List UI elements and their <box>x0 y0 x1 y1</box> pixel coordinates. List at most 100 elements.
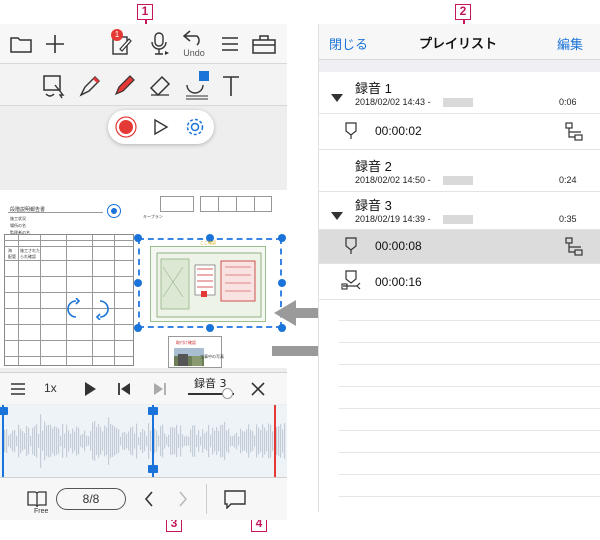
close-button[interactable]: 閉じる <box>329 34 368 53</box>
resize-handle-tr[interactable] <box>278 234 286 242</box>
lasso-select-icon[interactable] <box>40 72 68 100</box>
resize-handle-bl[interactable] <box>134 324 142 332</box>
document-page: 段階説明報告書 施工状況 場所の名 監理者の名 キープラン 海 施工された 配管… <box>0 190 287 368</box>
recording-controls-popover <box>108 110 214 144</box>
playlist-header: 閉じる プレイリスト 編集 <box>319 24 600 60</box>
waveform-bar <box>28 427 30 455</box>
volume-slider-thumb[interactable] <box>222 388 233 399</box>
comment-icon[interactable] <box>222 488 248 510</box>
bookmark-row[interactable]: 00:00:16 <box>319 264 600 300</box>
waveform-bar <box>148 423 150 459</box>
skip-forward-icon[interactable] <box>150 379 170 399</box>
waveform-bar <box>118 429 120 453</box>
waveform-bar <box>160 425 162 457</box>
waveform-bar <box>162 424 164 458</box>
waveform-bar <box>10 433 12 449</box>
undo-icon[interactable] <box>180 26 208 48</box>
waveform-view[interactable] <box>0 405 287 477</box>
folder-icon[interactable] <box>8 32 34 56</box>
waveform-bar <box>130 427 132 455</box>
waveform-bar <box>82 433 84 449</box>
eraser-icon[interactable] <box>146 72 174 100</box>
waveform-bar <box>60 435 62 447</box>
playlist-title: プレイリスト <box>419 37 498 52</box>
recording-row-2[interactable]: 録音 2 2018/02/02 14:50 - 0:24 <box>319 150 600 192</box>
waveform-bar <box>248 424 250 458</box>
waveform-bar <box>140 431 142 451</box>
resize-handle-ml[interactable] <box>134 279 142 287</box>
collapse-triangle-icon[interactable] <box>331 205 343 224</box>
waveform-bar <box>56 427 58 455</box>
waveform-bar <box>266 430 268 452</box>
waveform-bar <box>226 430 228 452</box>
bookmark-row[interactable]: 00:00:02 <box>319 114 600 150</box>
waveform-playhead[interactable] <box>274 405 276 477</box>
waveform-bar <box>210 434 212 448</box>
recording-title: 録音 1 <box>355 81 392 96</box>
doc-cell-d: られ確認 <box>20 254 36 259</box>
split-icon[interactable] <box>565 237 583 261</box>
waveform-bar <box>88 436 90 446</box>
waveform-bar <box>108 417 110 465</box>
text-tool-icon[interactable] <box>218 72 244 100</box>
recording-row-3[interactable]: 録音 3 2018/02/19 14:39 - 0:35 <box>319 192 600 230</box>
collapse-triangle-icon[interactable] <box>331 87 343 106</box>
resize-handle-tl[interactable] <box>134 234 142 242</box>
bookmark-link-icon <box>341 270 361 296</box>
left-app-screen: 1 Undo 段階説明報告書 施工状況 場所の名 監理者の名 キープラン 海 施… <box>0 24 287 520</box>
waveform-bar <box>260 430 262 452</box>
close-player-icon[interactable] <box>248 379 268 399</box>
doc-row-label-2: 場所の名 <box>10 223 26 228</box>
bookmark-row-selected[interactable]: 00:00:08 <box>319 230 600 264</box>
waveform-bar <box>124 431 126 451</box>
resize-handle-bc[interactable] <box>206 324 214 332</box>
play-icon[interactable] <box>80 379 100 399</box>
shape-tool-icon[interactable] <box>182 68 212 102</box>
waveform-bar <box>26 426 28 456</box>
edit-button[interactable]: 編集 <box>557 34 583 53</box>
waveform-bar <box>6 429 8 453</box>
waveform-bar <box>246 429 248 453</box>
waveform-bar <box>262 424 264 458</box>
waveform-bar <box>206 431 208 451</box>
bookmark-time: 00:00:02 <box>375 124 422 138</box>
recording-row-1[interactable]: 録音 1 2018/02/02 14:43 - 0:06 <box>319 72 600 114</box>
waveform-bar <box>188 436 190 446</box>
waveform-bar <box>156 430 158 452</box>
fountain-pen-icon[interactable] <box>76 72 104 100</box>
waveform-bar <box>70 433 72 449</box>
drawing-toolbar <box>0 64 287 106</box>
playlist-menu-icon[interactable] <box>8 379 28 399</box>
waveform-bar <box>146 435 148 447</box>
waveform-bar <box>32 427 34 455</box>
waveform-bar <box>172 427 174 455</box>
page-indicator[interactable]: 8/8 <box>56 488 126 510</box>
waveform-bar <box>220 424 222 458</box>
waveform-bar <box>50 424 52 458</box>
menu-icon[interactable] <box>218 32 242 56</box>
microphone-icon[interactable] <box>146 30 172 58</box>
toolbox-icon[interactable] <box>250 32 278 56</box>
waveform-bar <box>164 433 166 449</box>
waveform-bar <box>186 435 188 447</box>
waveform-bar <box>94 421 96 461</box>
waveform-bar <box>222 424 224 458</box>
waveform-start-marker[interactable] <box>2 405 4 477</box>
waveform-bar <box>194 425 196 457</box>
add-icon[interactable] <box>42 32 68 56</box>
waveform-bar <box>132 426 134 456</box>
record-button[interactable] <box>114 115 138 139</box>
waveform-bar <box>8 435 10 447</box>
waveform-bar <box>134 433 136 449</box>
next-page-icon[interactable] <box>174 488 192 510</box>
skip-back-icon[interactable] <box>114 379 134 399</box>
playback-speed[interactable]: 1x <box>44 381 57 395</box>
play-button[interactable] <box>148 115 172 139</box>
prev-page-icon[interactable] <box>140 488 158 510</box>
resize-handle-mr[interactable] <box>278 279 286 287</box>
split-icon[interactable] <box>565 122 583 146</box>
marker-pen-icon[interactable] <box>110 72 138 100</box>
waveform-bar <box>218 430 220 452</box>
waveform-bar <box>58 428 60 454</box>
settings-gear-icon[interactable] <box>182 115 208 139</box>
